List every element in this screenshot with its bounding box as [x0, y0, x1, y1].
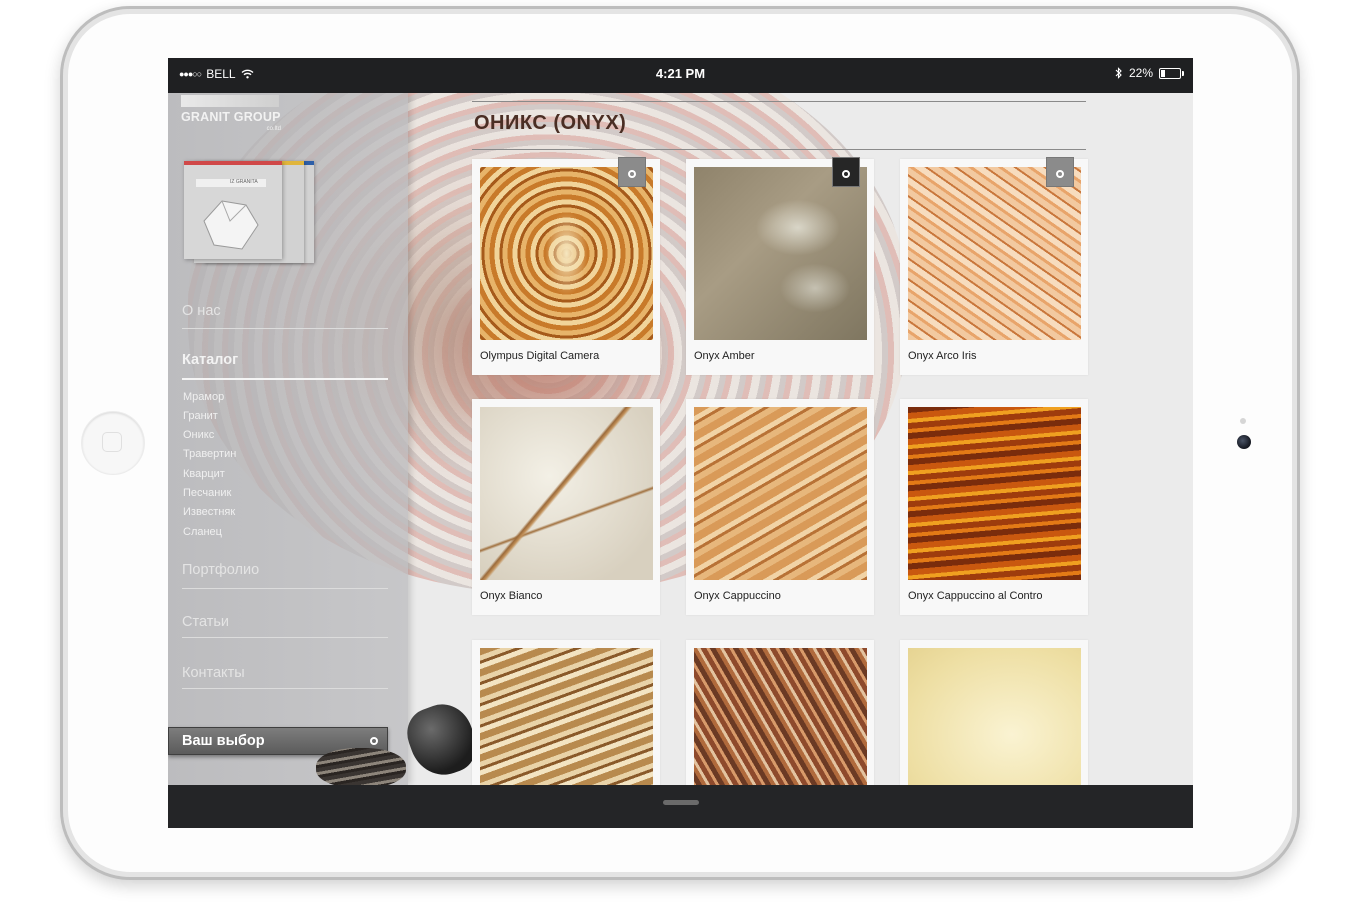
gem-icon: [203, 200, 259, 250]
sensor-dot: [1240, 418, 1246, 424]
front-camera: [1237, 435, 1251, 449]
product-card[interactable]: Olympus Digital Camera: [472, 157, 660, 375]
nav-catalog[interactable]: Каталог: [182, 352, 388, 368]
product-image[interactable]: [694, 648, 867, 785]
app-view: GRANIT GROUP co.ltd IZ GRANITA О нас Кат…: [168, 93, 1193, 785]
nav-articles[interactable]: Статьи: [182, 614, 388, 630]
catalog-sub-quartzite[interactable]: Кварцит: [183, 468, 225, 480]
screen: ●●●○○ BELL 4:21 PM 22% GRANIT GROUP co.l…: [168, 58, 1193, 828]
product-card[interactable]: Onyx Amber: [686, 157, 874, 375]
catalog-sub-limestone[interactable]: Известняк: [183, 506, 235, 518]
catalog-sub-onyx[interactable]: Оникс: [183, 429, 214, 441]
product-image[interactable]: [908, 648, 1081, 785]
product-name: Onyx Arco Iris: [908, 350, 977, 362]
catalog-sub-slate[interactable]: Сланец: [183, 526, 222, 538]
brand-name: GRANIT GROUP: [181, 110, 281, 124]
stone-decoration: [316, 748, 406, 785]
home-button[interactable]: [82, 412, 144, 474]
select-ring-icon: [370, 737, 378, 745]
select-ring-icon: [842, 170, 850, 178]
brand-suffix: co.ltd: [266, 126, 281, 132]
page-title: ОНИКС (ONYX): [474, 112, 627, 134]
clock: 4:21 PM: [655, 66, 706, 81]
product-card[interactable]: [686, 640, 874, 785]
nav-about[interactable]: О нас: [182, 303, 388, 319]
catalog-sub-marble[interactable]: Мрамор: [183, 391, 224, 403]
battery-fill: [1161, 69, 1165, 77]
product-image[interactable]: [480, 648, 653, 785]
product-image[interactable]: [694, 407, 867, 580]
nav-divider-active: [182, 378, 388, 380]
select-ring-icon: [1056, 170, 1064, 178]
product-name: Onyx Amber: [694, 350, 755, 362]
product-image[interactable]: [908, 407, 1081, 580]
select-toggle[interactable]: [1046, 157, 1074, 187]
product-card[interactable]: [900, 640, 1088, 785]
product-image[interactable]: [480, 167, 653, 340]
product-card[interactable]: Onyx Bianco: [472, 399, 660, 615]
title-divider: [472, 149, 1086, 150]
product-image[interactable]: [908, 167, 1081, 340]
brand-card: IZ GRANITA: [184, 161, 314, 263]
nav-divider: [182, 637, 388, 638]
card-front: IZ GRANITA: [184, 161, 282, 259]
product-name: Olympus Digital Camera: [480, 350, 600, 362]
product-image[interactable]: [480, 407, 653, 580]
select-toggle[interactable]: [618, 157, 646, 187]
product-name: Onyx Cappuccino al Contro: [908, 590, 1043, 602]
product-name: Onyx Cappuccino: [694, 590, 781, 602]
product-card[interactable]: Onyx Cappuccino: [686, 399, 874, 615]
nav-divider: [182, 688, 388, 689]
your-choice-label: Ваш выбор: [182, 733, 265, 749]
nav-contacts[interactable]: Контакты: [182, 665, 388, 681]
catalog-content: ОНИКС (ONYX) Olympus Digital Camera Onyx…: [472, 93, 1092, 785]
battery-icon: [1159, 67, 1184, 79]
select-ring-icon: [628, 170, 636, 178]
drawer-handle[interactable]: [663, 800, 699, 805]
logo-bar: [181, 95, 279, 107]
battery-percent: 22%: [1128, 66, 1153, 80]
catalog-sub-granite[interactable]: Гранит: [183, 410, 218, 422]
product-card[interactable]: Onyx Cappuccino al Contro: [900, 399, 1088, 615]
bluetooth-icon: [1115, 67, 1122, 79]
brand-logo[interactable]: GRANIT GROUP co.ltd: [181, 95, 281, 135]
select-toggle[interactable]: [832, 157, 860, 187]
catalog-sub-sandstone[interactable]: Песчаник: [183, 487, 231, 499]
catalog-sub-travertine[interactable]: Травертин: [183, 448, 236, 460]
nav-portfolio[interactable]: Портфолио: [182, 562, 388, 578]
top-divider: [472, 101, 1086, 102]
sidebar: GRANIT GROUP co.ltd IZ GRANITA О нас Кат…: [168, 93, 408, 785]
product-image[interactable]: [694, 167, 867, 340]
home-square-icon: [102, 432, 122, 452]
status-bar: ●●●○○ BELL 4:21 PM 22%: [168, 58, 1193, 93]
nav-divider: [182, 328, 388, 329]
bottom-toolbar: [168, 785, 1193, 828]
product-card[interactable]: Onyx Arco Iris: [900, 157, 1088, 375]
nav-divider: [182, 588, 388, 589]
product-card[interactable]: [472, 640, 660, 785]
product-name: Onyx Bianco: [480, 590, 543, 602]
card-text: IZ GRANITA: [230, 179, 258, 185]
